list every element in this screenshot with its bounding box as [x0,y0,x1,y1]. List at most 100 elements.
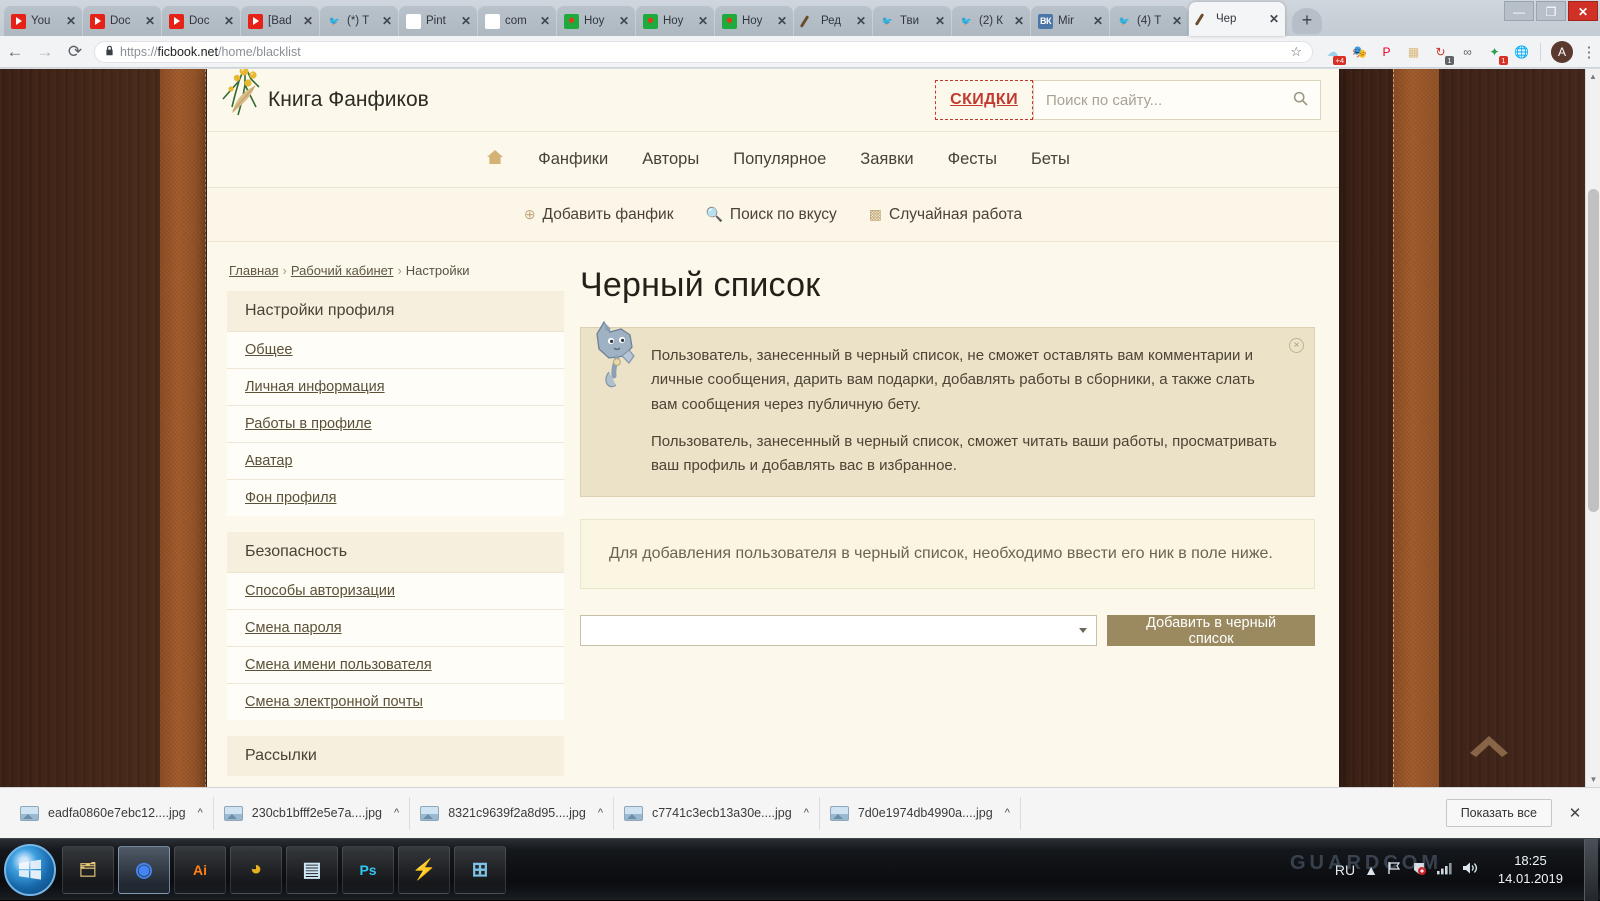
tab-close-button[interactable]: ✕ [1170,14,1184,28]
sidebar-item[interactable]: Способы авторизации [227,573,564,610]
flag-icon[interactable] [1387,861,1402,878]
close-download-shelf-button[interactable]: ✕ [1566,804,1584,822]
close-window-button[interactable]: ✕ [1568,1,1598,21]
download-menu-caret-icon[interactable]: ^ [1005,807,1010,819]
scrollbar-up-arrow[interactable]: ▲ [1586,69,1600,84]
tab-close-button[interactable]: ✕ [1012,14,1026,28]
forward-button[interactable]: → [30,37,60,67]
tab-close-button[interactable]: ✕ [143,14,157,28]
nav-link[interactable]: Популярное [733,150,826,169]
site-search-box[interactable] [1033,80,1321,120]
add-to-blacklist-button[interactable]: Добавить в черный список [1107,615,1315,646]
sidebar-item-label[interactable]: Фон профиля [245,490,336,506]
tray-clock[interactable]: 18:25 14.01.2019 [1488,852,1573,887]
sidebar-item-label[interactable]: Аватар [245,453,293,469]
breadcrumb-item[interactable]: Главная [229,263,278,278]
browser-tab[interactable]: Ноу✕ [636,6,714,36]
explorer-icon[interactable]: 🗂 [62,846,114,894]
download-menu-caret-icon[interactable]: ^ [598,807,603,819]
sidebar-item[interactable]: Смена электронной почты [227,684,564,720]
breadcrumb-item[interactable]: Рабочий кабинет [291,263,394,278]
profile-avatar[interactable]: A [1551,41,1573,63]
sidebar-item-label[interactable]: Смена имени пользователя [245,657,432,673]
search-input[interactable] [1046,92,1293,109]
download-menu-caret-icon[interactable]: ^ [198,807,203,819]
sub-nav-link[interactable]: ⊕Добавить фанфик [524,206,674,224]
winrar-icon[interactable]: ⚡ [398,846,450,894]
browser-tab[interactable]: Чер✕ [1189,2,1285,36]
tab-close-button[interactable]: ✕ [1267,12,1281,26]
acdsee-icon[interactable]: ◕ [230,846,282,894]
nav-link[interactable]: Авторы [642,150,699,169]
sidebar-item[interactable]: Работы в профиле [227,406,564,443]
new-tab-button[interactable]: + [1292,8,1322,34]
browser-tab[interactable]: ВКMir✕ [1031,6,1109,36]
sidebar-item[interactable]: Аватар [227,443,564,480]
site-brand[interactable]: Книга Фанфиков [229,84,429,116]
antivirus-shield-icon[interactable] [1411,861,1427,879]
browser-tab[interactable]: 🐦(*) T✕ [320,6,398,36]
download-item[interactable]: 230cb1bfff2e5e7a....jpg^ [214,797,410,830]
tab-close-button[interactable]: ✕ [380,14,394,28]
address-bar[interactable]: https://ficbook.net/home/blacklist ☆ [94,41,1313,63]
browser-tab[interactable]: You✕ [4,6,82,36]
sidebar-item[interactable]: Фон профиля [227,480,564,516]
tab-close-button[interactable]: ✕ [933,14,947,28]
chrome-icon[interactable]: ◉ [118,846,170,894]
tab-close-button[interactable]: ✕ [1091,14,1105,28]
download-menu-caret-icon[interactable]: ^ [804,807,809,819]
windows-start-icon[interactable] [4,844,56,896]
close-notice-button[interactable]: × [1289,338,1304,353]
home-icon[interactable] [486,149,504,170]
reload-button[interactable]: ⟳ [60,37,90,67]
nav-link[interactable]: Фанфики [538,150,608,169]
page-scrollbar[interactable]: ▲ ▼ [1585,69,1600,787]
tab-close-button[interactable]: ✕ [854,14,868,28]
browser-tab[interactable]: Ред✕ [794,6,872,36]
browser-tab[interactable]: Gcom✕ [478,6,556,36]
sidebar-item-label[interactable]: Смена электронной почты [245,694,423,710]
puzzle-icon[interactable]: ✦1 [1484,41,1505,62]
nav-link[interactable]: Заявки [860,150,913,169]
browser-tab[interactable]: 🐦(2) К✕ [952,6,1030,36]
download-item[interactable]: c7741c3ecb13a30e....jpg^ [614,797,820,830]
sub-nav-link[interactable]: 🔍Поиск по вкусу [705,206,836,224]
globe-icon[interactable]: 🌐 [1511,41,1532,62]
sidebar-item-label[interactable]: Личная информация [245,379,385,395]
browser-tab[interactable]: PPint✕ [399,6,477,36]
control-panel-icon[interactable]: ⊞ [454,846,506,894]
nickname-select[interactable] [580,615,1097,646]
sub-nav-link[interactable]: ▩Случайная работа [869,206,1022,224]
mask-icon[interactable]: 🎭 [1349,41,1370,62]
sidebar-item[interactable]: Смена имени пользователя [227,647,564,684]
volume-icon[interactable] [1462,861,1479,878]
tab-close-button[interactable]: ✕ [459,14,473,28]
browser-tab[interactable]: 🐦(4) Т✕ [1110,6,1188,36]
bookmark-star-icon[interactable]: ☆ [1290,44,1302,60]
sidebar-item[interactable]: Смена пароля [227,610,564,647]
browser-tab[interactable]: Ноу✕ [557,6,635,36]
infinity-icon[interactable]: ∞ [1457,41,1478,62]
sidebar-item-label[interactable]: Общее [245,342,292,358]
sidebar-item-label[interactable]: Работы в профиле [245,416,372,432]
search-icon[interactable] [1293,91,1308,110]
browser-tab[interactable]: 🐦Тви✕ [873,6,951,36]
notepad-icon[interactable]: ▤ [286,846,338,894]
browser-tab[interactable]: Ноу✕ [715,6,793,36]
history-icon[interactable]: ↻1 [1430,41,1451,62]
nav-link[interactable]: Беты [1031,150,1070,169]
minimize-button[interactable]: — [1504,1,1534,21]
download-item[interactable]: 8321c9639f2a8d95....jpg^ [410,797,614,830]
nav-link[interactable]: Фесты [948,150,997,169]
sidebar-item[interactable]: Личная информация [227,369,564,406]
tab-close-button[interactable]: ✕ [222,14,236,28]
tray-language[interactable]: RU [1335,862,1355,878]
tab-close-button[interactable]: ✕ [617,14,631,28]
discount-button[interactable]: СКИДКИ [935,80,1033,120]
sidebar-item-label[interactable]: Смена пароля [245,620,342,636]
browser-tab[interactable]: Doc✕ [83,6,161,36]
browser-tab[interactable]: Doc✕ [162,6,240,36]
tab-close-button[interactable]: ✕ [696,14,710,28]
grid-icon[interactable]: ▦ [1403,41,1424,62]
cloud-icon[interactable]: ☁+4 [1322,41,1343,62]
